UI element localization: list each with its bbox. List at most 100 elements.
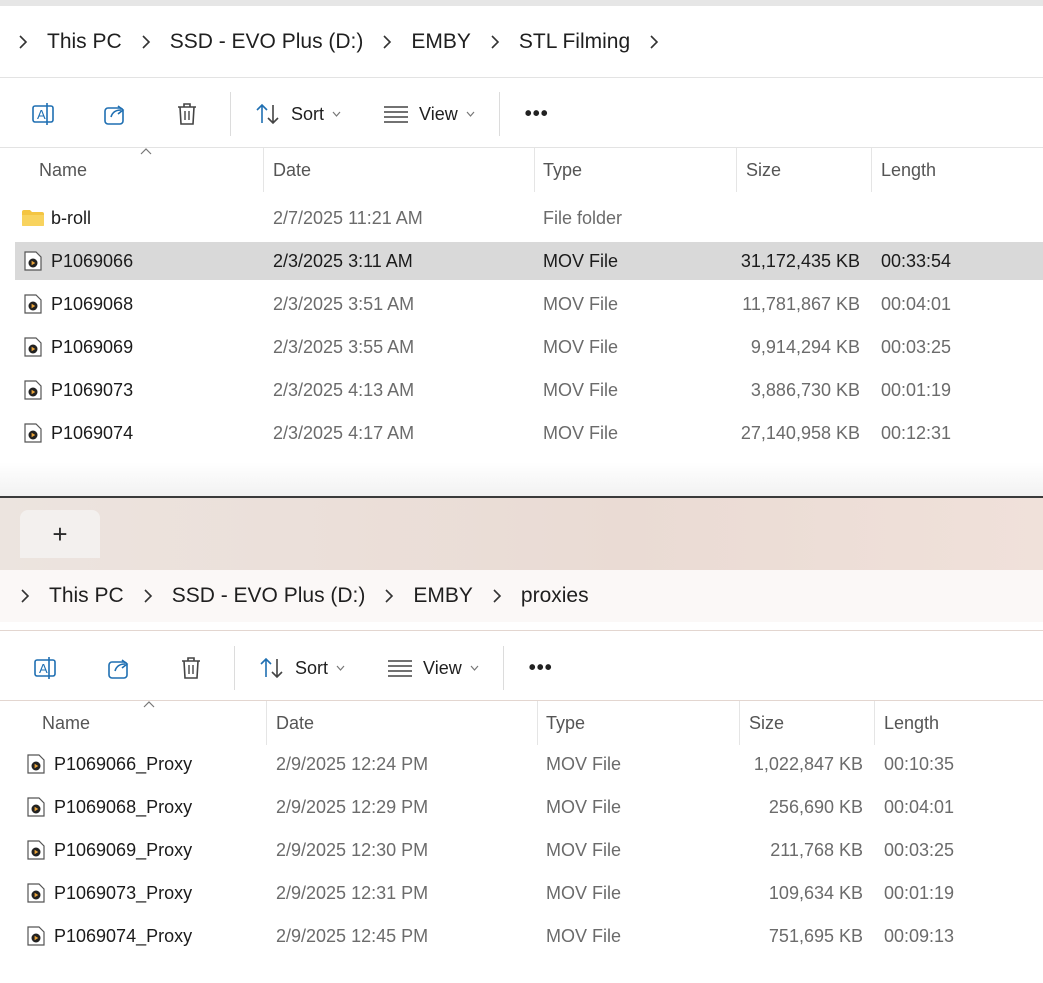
breadcrumb-emby[interactable]: EMBY (403, 584, 483, 608)
list-item[interactable]: P1069068 2/3/2025 3:51 AM MOV File 11,78… (15, 285, 1043, 323)
column-divider[interactable] (537, 701, 538, 745)
delete-button[interactable] (148, 648, 234, 688)
file-type: MOV File (543, 250, 619, 271)
chevron-right-icon[interactable] (11, 589, 39, 603)
sort-ascending-icon (143, 701, 155, 708)
view-button[interactable]: View (355, 94, 499, 134)
list-item[interactable]: P1069066_Proxy 2/9/2025 12:24 PM MOV Fil… (18, 745, 1043, 783)
new-tab-button[interactable]: + (20, 510, 100, 558)
file-name: P1069069_Proxy (54, 839, 193, 860)
file-length: 00:09:13 (884, 925, 955, 946)
sort-button[interactable]: Sort (231, 94, 355, 134)
file-date: 2/9/2025 12:24 PM (276, 753, 429, 774)
column-name[interactable]: Name (39, 148, 87, 192)
file-size: 3,886,730 KB (750, 379, 860, 400)
trash-icon (179, 655, 203, 681)
column-divider[interactable] (266, 701, 267, 745)
column-date[interactable]: Date (276, 701, 314, 745)
list-item[interactable]: P1069069_Proxy 2/9/2025 12:30 PM MOV Fil… (18, 831, 1043, 869)
list-item-selected[interactable]: P1069066 2/3/2025 3:11 AM MOV File 31,17… (15, 242, 1043, 280)
file-name: P1069074 (51, 422, 134, 443)
column-divider[interactable] (534, 148, 535, 192)
chevron-right-icon[interactable] (483, 589, 511, 603)
chevron-right-icon[interactable] (481, 35, 509, 49)
column-size[interactable]: Size (749, 701, 784, 745)
divider (0, 630, 1043, 631)
file-length: 00:04:01 (881, 293, 952, 314)
file-size: 1,022,847 KB (753, 753, 863, 774)
breadcrumb-ssd[interactable]: SSD - EVO Plus (D:) (160, 30, 374, 54)
chevron-down-icon (466, 111, 475, 117)
column-date[interactable]: Date (273, 148, 311, 192)
video-file-icon (24, 294, 42, 314)
delete-button[interactable] (144, 94, 230, 134)
column-type[interactable]: Type (543, 148, 582, 192)
address-bar[interactable]: This PC SSD - EVO Plus (D:) EMBY STL Fil… (0, 16, 1043, 68)
column-divider[interactable] (739, 701, 740, 745)
video-file-icon (24, 380, 42, 400)
tab-strip: + (0, 498, 1043, 570)
explorer-window-proxies: + This PC SSD - EVO Plus (D:) EMBY proxi… (0, 496, 1043, 983)
list-item[interactable]: P1069074 2/3/2025 4:17 AM MOV File 27,14… (15, 414, 1043, 452)
column-type[interactable]: Type (546, 701, 585, 745)
chevron-right-icon[interactable] (373, 35, 401, 49)
sort-label: Sort (291, 103, 325, 124)
chevron-right-icon[interactable] (375, 589, 403, 603)
column-divider[interactable] (736, 148, 737, 192)
file-name: P1069066_Proxy (54, 753, 193, 774)
breadcrumb-this-pc[interactable]: This PC (39, 584, 134, 608)
column-divider[interactable] (263, 148, 264, 192)
column-divider[interactable] (874, 701, 875, 745)
sort-ascending-icon (140, 148, 152, 155)
explorer-window-stl-filming: This PC SSD - EVO Plus (D:) EMBY STL Fil… (0, 0, 1043, 496)
breadcrumb-this-pc[interactable]: This PC (37, 30, 132, 54)
chevron-right-icon[interactable] (9, 35, 37, 49)
column-length[interactable]: Length (881, 148, 936, 192)
share-button[interactable] (90, 648, 148, 688)
file-name: P1069068 (51, 293, 134, 314)
chevron-right-icon[interactable] (132, 35, 160, 49)
file-size: 31,172,435 KB (740, 250, 860, 271)
window-top-edge (0, 0, 1043, 6)
rename-button[interactable]: A (0, 648, 90, 688)
column-name[interactable]: Name (42, 701, 90, 745)
view-icon (387, 658, 413, 678)
video-file-icon (27, 840, 45, 860)
breadcrumb-emby[interactable]: EMBY (401, 30, 481, 54)
more-options-button[interactable]: ••• (504, 648, 578, 688)
column-size[interactable]: Size (746, 148, 781, 192)
file-date: 2/3/2025 3:55 AM (273, 336, 415, 357)
file-date: 2/9/2025 12:31 PM (276, 882, 429, 903)
chevron-down-icon (332, 111, 341, 117)
file-type: File folder (543, 207, 623, 228)
file-type: MOV File (546, 839, 622, 860)
file-size: 211,768 KB (770, 839, 863, 860)
rename-button[interactable]: A (0, 94, 86, 134)
file-date: 2/3/2025 4:17 AM (273, 422, 415, 443)
breadcrumb-ssd[interactable]: SSD - EVO Plus (D:) (162, 584, 376, 608)
video-file-icon (27, 754, 45, 774)
more-options-button[interactable]: ••• (500, 94, 574, 134)
list-item[interactable]: P1069069 2/3/2025 3:55 AM MOV File 9,914… (15, 328, 1043, 366)
column-divider[interactable] (871, 148, 872, 192)
share-icon (106, 655, 132, 681)
sort-button[interactable]: Sort (235, 648, 359, 688)
file-name: P1069066 (51, 250, 134, 271)
breadcrumb-stl-filming[interactable]: STL Filming (509, 30, 640, 54)
address-bar[interactable]: This PC SSD - EVO Plus (D:) EMBY proxies (0, 570, 1043, 622)
list-item[interactable]: P1069073 2/3/2025 4:13 AM MOV File 3,886… (15, 371, 1043, 409)
list-item[interactable]: P1069073_Proxy 2/9/2025 12:31 PM MOV Fil… (18, 874, 1043, 912)
list-item[interactable]: b-roll 2/7/2025 11:21 AM File folder (15, 199, 1043, 237)
column-header-row: Name Date Type Size Length (0, 701, 1043, 745)
share-button[interactable] (86, 94, 144, 134)
view-button[interactable]: View (359, 648, 503, 688)
column-length[interactable]: Length (884, 701, 939, 745)
column-header-row: Name Date Type Size Length (0, 148, 1043, 192)
file-type: MOV File (543, 293, 619, 314)
file-name: P1069073_Proxy (54, 882, 193, 903)
list-item[interactable]: P1069074_Proxy 2/9/2025 12:45 PM MOV Fil… (18, 917, 1043, 955)
chevron-right-icon[interactable] (134, 589, 162, 603)
list-item[interactable]: P1069068_Proxy 2/9/2025 12:29 PM MOV Fil… (18, 788, 1043, 826)
chevron-right-icon[interactable] (640, 35, 668, 49)
breadcrumb-proxies[interactable]: proxies (511, 584, 599, 608)
